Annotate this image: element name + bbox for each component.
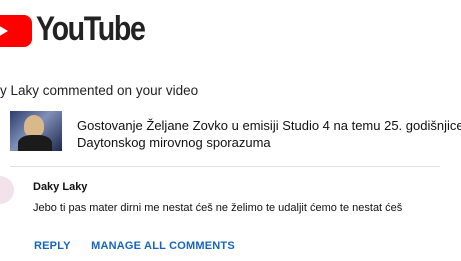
notification-headline: y Laky commented on your video	[0, 83, 199, 98]
comment-text: Jebo ti pas mater dirni me nestat ćeš ne…	[33, 202, 403, 214]
divider	[10, 166, 440, 167]
video-title[interactable]: Gostovanje Željane Zovko u emisiji Studi…	[77, 117, 461, 151]
youtube-wordmark: YouTube	[36, 10, 146, 48]
reply-button[interactable]: REPLY	[34, 240, 71, 252]
commenter-name: Daky Laky	[33, 181, 88, 193]
video-thumbnail[interactable]	[10, 111, 62, 151]
comment-actions: REPLY MANAGE ALL COMMENTS	[34, 236, 251, 254]
commenter-avatar	[0, 176, 14, 204]
youtube-play-icon	[0, 15, 32, 47]
video-card[interactable]: Gostovanje Željane Zovko u emisiji Studi…	[0, 111, 461, 164]
manage-comments-button[interactable]: MANAGE ALL COMMENTS	[91, 240, 235, 252]
youtube-logo: YouTube	[0, 10, 150, 50]
